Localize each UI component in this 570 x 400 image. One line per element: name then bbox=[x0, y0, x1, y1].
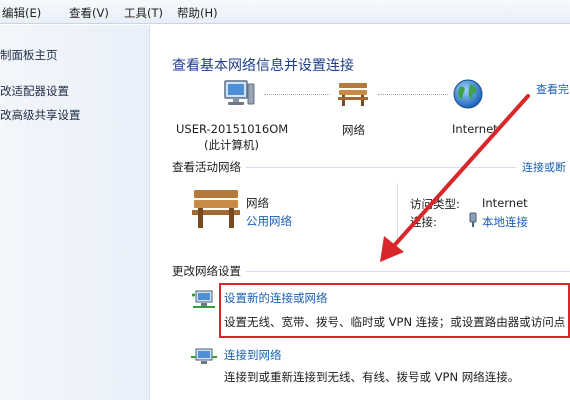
red-arrow-annotation bbox=[380, 94, 530, 262]
